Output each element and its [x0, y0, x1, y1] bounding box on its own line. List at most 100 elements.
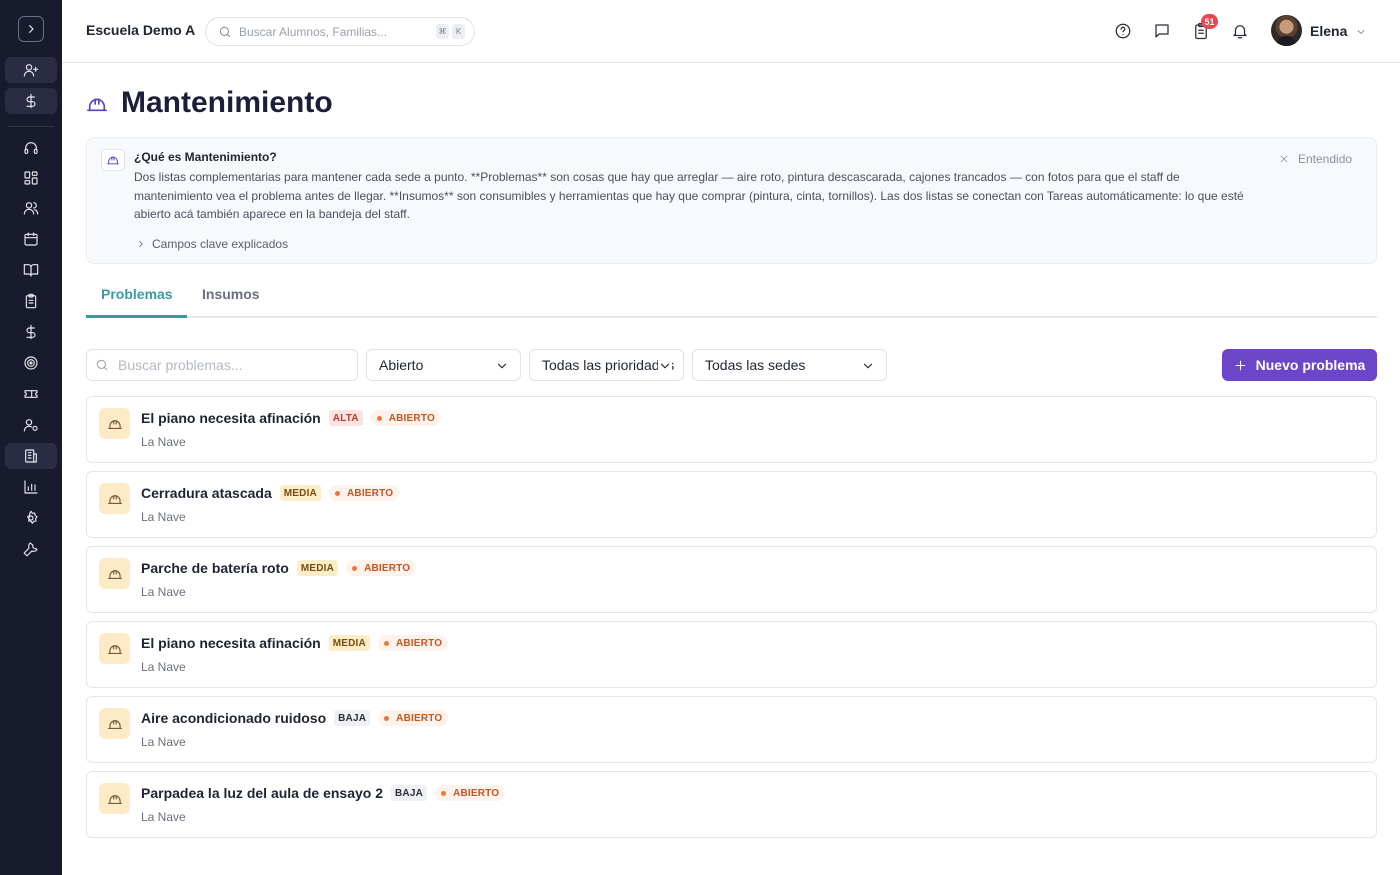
status-filter[interactable]: Abierto: [366, 349, 521, 381]
dashboard-icon: [24, 171, 38, 185]
page-title-icon: [86, 94, 108, 114]
sidebar-item-students[interactable]: [5, 195, 57, 221]
status-badge-label: ABIERTO: [364, 562, 411, 574]
sidebar-divider: [8, 126, 54, 127]
new-problem-button[interactable]: Nuevo problema: [1222, 349, 1377, 381]
clipboard-icon: [25, 293, 37, 309]
hard-hat-icon: [107, 644, 122, 654]
user-name[interactable]: Elena: [1310, 23, 1347, 39]
status-badge: ABIERTO: [377, 635, 449, 651]
global-search[interactable]: Buscar Alumnos, Familias... ⌘ K: [205, 17, 475, 46]
user-plus-icon: [23, 64, 39, 77]
plus-icon: [1235, 360, 1246, 370]
help-icon: [1115, 23, 1131, 39]
building-icon: [25, 449, 37, 463]
priority-badge: BAJA: [334, 710, 371, 726]
hard-hat-icon: [107, 156, 119, 165]
tab-insumos[interactable]: Insumos: [202, 286, 260, 302]
problem-title: Parche de batería roto: [141, 560, 289, 576]
problem-icon-box: [99, 633, 130, 664]
key-fields-label: Campos clave explicados: [152, 237, 289, 251]
problem-icon-box: [99, 558, 130, 589]
problem-icon-box: [99, 783, 130, 814]
topbar: Escuela Demo A Buscar Alumnos, Familias.…: [62, 0, 1400, 63]
priority-badge: ALTA: [328, 410, 363, 426]
problem-title: Cerradura atascada: [141, 485, 272, 501]
status-badge-label: ABIERTO: [453, 787, 500, 799]
chevron-right-icon: [29, 25, 34, 33]
hard-hat-icon: [87, 98, 107, 112]
hard-hat-icon: [107, 719, 122, 729]
table-row[interactable]: Parche de batería roto MEDIA ABIERTO La …: [86, 546, 1377, 613]
tab-problemas[interactable]: Problemas: [101, 286, 173, 302]
info-panel-body: Dos listas complementarias para mantener…: [134, 170, 1244, 221]
priority-badge: MEDIA: [296, 560, 339, 576]
sidebar-item-staff[interactable]: [5, 412, 57, 438]
table-row[interactable]: El piano necesita afinación MEDIA ABIERT…: [86, 621, 1377, 688]
messages-button[interactable]: [1151, 20, 1173, 42]
sidebar-item-dashboard[interactable]: [5, 165, 57, 191]
status-badge: ABIERTO: [370, 410, 441, 426]
problem-site: La Nave: [141, 510, 186, 524]
sidebar-item-payments[interactable]: [5, 88, 57, 114]
key-fields-toggle[interactable]: Campos clave explicados: [136, 237, 288, 251]
sidebar-item-tools[interactable]: [5, 536, 57, 562]
status-badge: ABIERTO: [378, 710, 449, 726]
notifications-button[interactable]: [1229, 20, 1251, 42]
problems-search-input[interactable]: [118, 357, 348, 373]
ticket-icon: [24, 390, 38, 398]
dismiss-label: Entendido: [1298, 152, 1353, 166]
problem-icon-box: [99, 483, 130, 514]
problem-site: La Nave: [141, 660, 186, 674]
settings-icon: [27, 510, 38, 524]
active-tab-indicator: [86, 315, 187, 318]
priority-filter[interactable]: Todas las prioridades: [529, 349, 684, 381]
table-row[interactable]: Aire acondicionado ruidoso BAJA ABIERTO …: [86, 696, 1377, 763]
sidebar-item-add-student[interactable]: [5, 57, 57, 83]
table-row[interactable]: Cerradura atascada MEDIA ABIERTO La Nave: [86, 471, 1377, 538]
status-dot: [334, 490, 340, 496]
hard-hat-icon: [107, 569, 122, 579]
chevron-down-icon: [1357, 30, 1365, 34]
priority-filter-value: Todas las prioridades: [542, 357, 675, 373]
sidebar-expand-button[interactable]: [18, 16, 44, 42]
table-row[interactable]: El piano necesita afinación ALTA ABIERTO…: [86, 396, 1377, 463]
sidebar-item-maintenance[interactable]: [5, 443, 57, 469]
headset-icon: [24, 142, 38, 154]
site-filter[interactable]: Todas las sedes: [692, 349, 887, 381]
status-filter-chevron: [495, 359, 509, 373]
problem-icon-box: [99, 408, 130, 439]
sidebar-item-tickets[interactable]: [5, 381, 57, 407]
sidebar-item-support[interactable]: [5, 135, 57, 161]
problem-title: El piano necesita afinación: [141, 410, 321, 426]
shortcut-key-k: K: [452, 24, 465, 39]
table-row[interactable]: Parpadea la luz del aula de ensayo 2 BAJ…: [86, 771, 1377, 838]
calendar-icon: [24, 232, 38, 246]
sidebar-item-tasks[interactable]: [5, 288, 57, 314]
hard-hat-icon: [107, 419, 122, 429]
problem-title: Parpadea la luz del aula de ensayo 2: [141, 785, 383, 801]
help-button[interactable]: [1112, 20, 1134, 42]
sidebar-item-billing[interactable]: [5, 319, 57, 345]
status-dot: [376, 415, 382, 421]
school-name[interactable]: Escuela Demo A: [86, 22, 195, 38]
status-badge-label: ABIERTO: [346, 487, 394, 499]
user-cog-icon: [23, 419, 38, 432]
sidebar-item-courses[interactable]: [5, 257, 57, 283]
dismiss-info-button[interactable]: Entendido: [1279, 152, 1352, 166]
sidebar-item-reports[interactable]: [5, 474, 57, 500]
sidebar-item-calendar[interactable]: [5, 226, 57, 252]
avatar[interactable]: [1271, 15, 1302, 46]
user-menu-toggle[interactable]: [1355, 25, 1367, 37]
problem-site: La Nave: [141, 435, 186, 449]
wrench-icon: [23, 542, 38, 557]
sidebar-item-settings[interactable]: [5, 505, 57, 531]
sidebar-item-goals[interactable]: [5, 350, 57, 376]
global-search-placeholder: Buscar Alumnos, Familias...: [239, 24, 388, 39]
status-dot: [383, 640, 389, 646]
dollar-icon: [26, 93, 36, 109]
status-dot: [384, 715, 390, 721]
status-badge: ABIERTO: [328, 485, 400, 501]
bar-chart-icon: [24, 480, 38, 494]
priority-badge: MEDIA: [328, 635, 370, 651]
